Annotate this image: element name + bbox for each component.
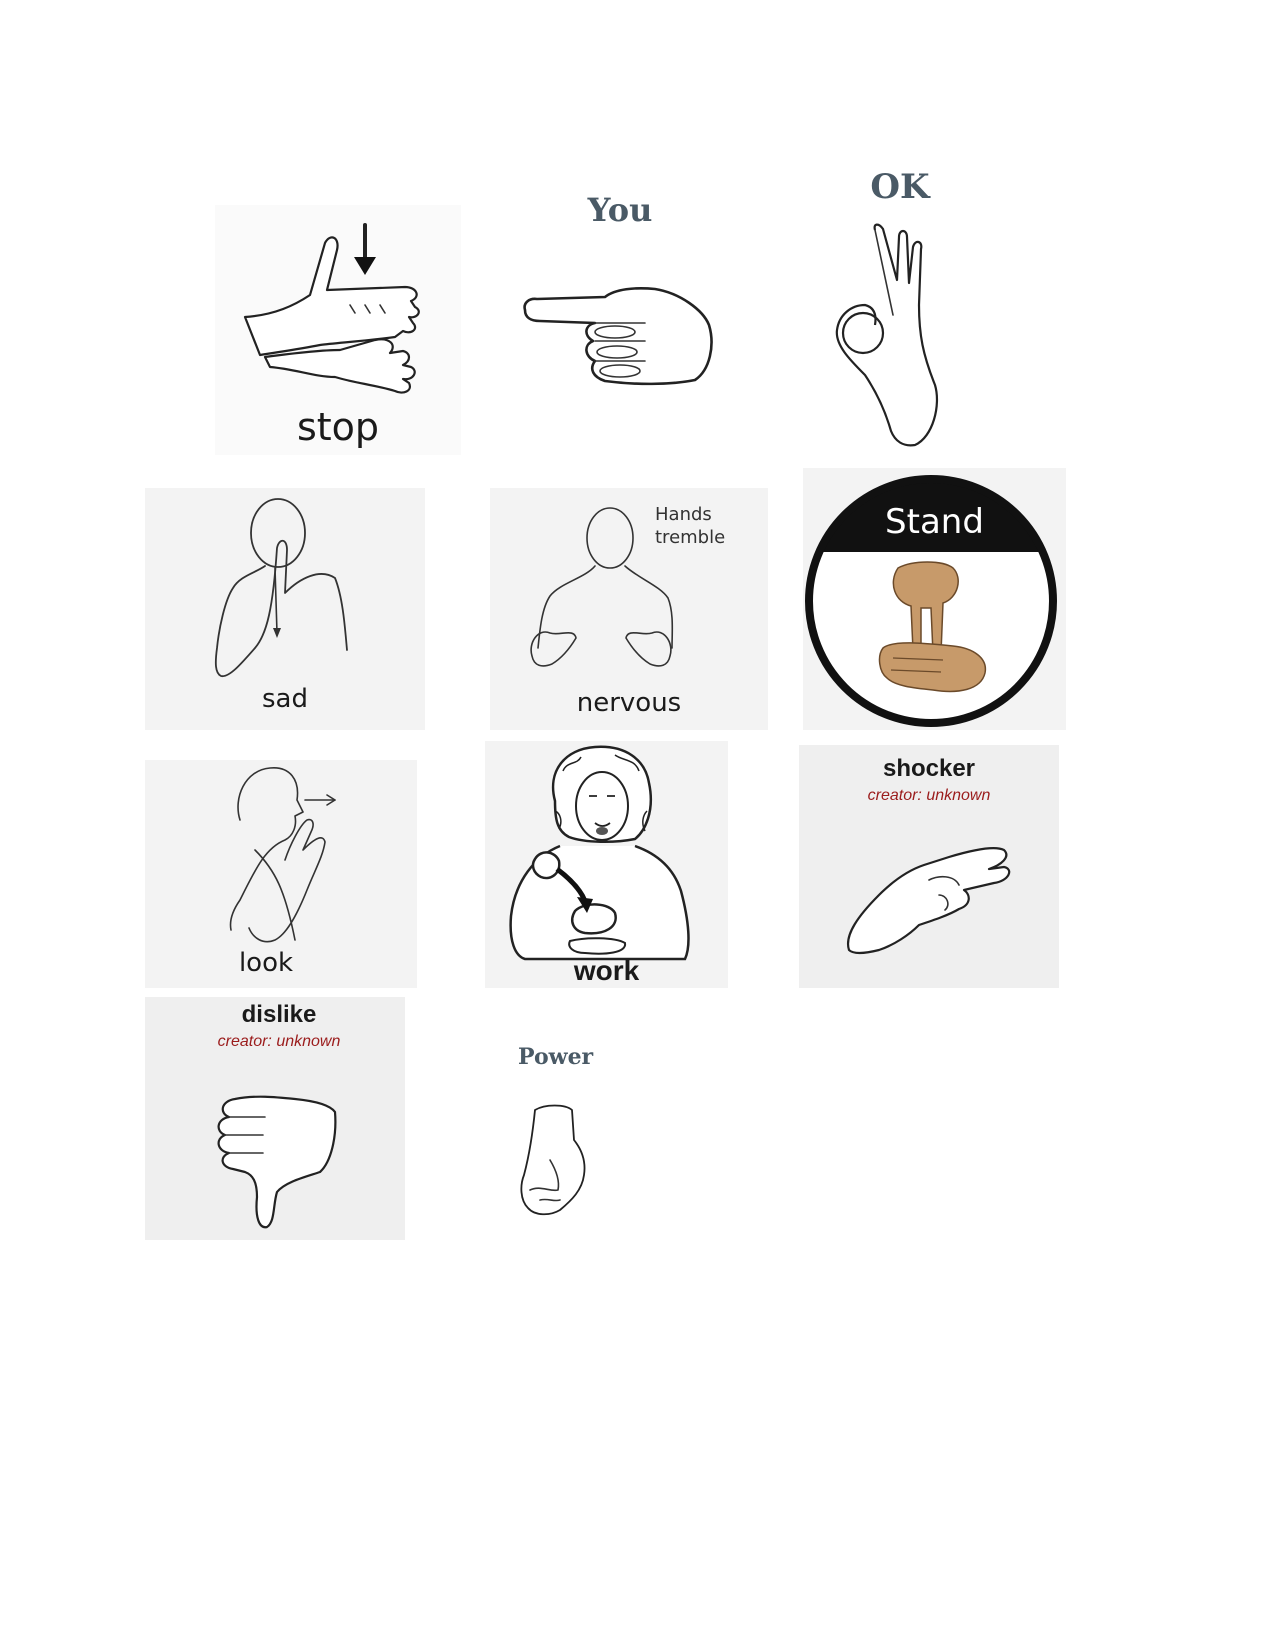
- sign-label-look: look: [238, 948, 294, 978]
- shocker-hand-illustration: [846, 847, 1011, 955]
- thumbs-down-illustration: [217, 1095, 337, 1229]
- sign-card-you: You: [505, 185, 735, 400]
- sign-card-nervous: Hands tremble nervous: [490, 488, 768, 730]
- sign-card-stand: Stand: [803, 468, 1066, 730]
- sign-card-sad: sad: [145, 488, 425, 730]
- sign-card-power: Power: [510, 1040, 620, 1225]
- ok-hand-illustration: [835, 223, 939, 447]
- sign-card-dislike: dislike creator: unknown: [145, 997, 405, 1240]
- sign-label-stop: stop: [296, 405, 380, 449]
- power-fist-illustration: [520, 1104, 586, 1216]
- sign-card-stop: stop: [215, 205, 461, 455]
- sign-label-stand: Stand: [885, 502, 984, 542]
- pointing-hand-illustration: [523, 286, 713, 386]
- sign-label-nervous: nervous: [576, 688, 682, 718]
- sign-card-look: look: [145, 760, 417, 988]
- sign-label-sad: sad: [262, 684, 308, 714]
- sign-card-work: work: [485, 741, 728, 988]
- sign-label-work: work: [573, 955, 640, 986]
- nervous-note-line2: tremble: [655, 527, 726, 548]
- sign-card-ok: OK: [815, 165, 965, 450]
- work-person-illustration: [509, 745, 690, 961]
- sign-card-shocker: shocker creator: unknown: [799, 745, 1059, 988]
- nervous-note-line1: Hands: [655, 504, 712, 525]
